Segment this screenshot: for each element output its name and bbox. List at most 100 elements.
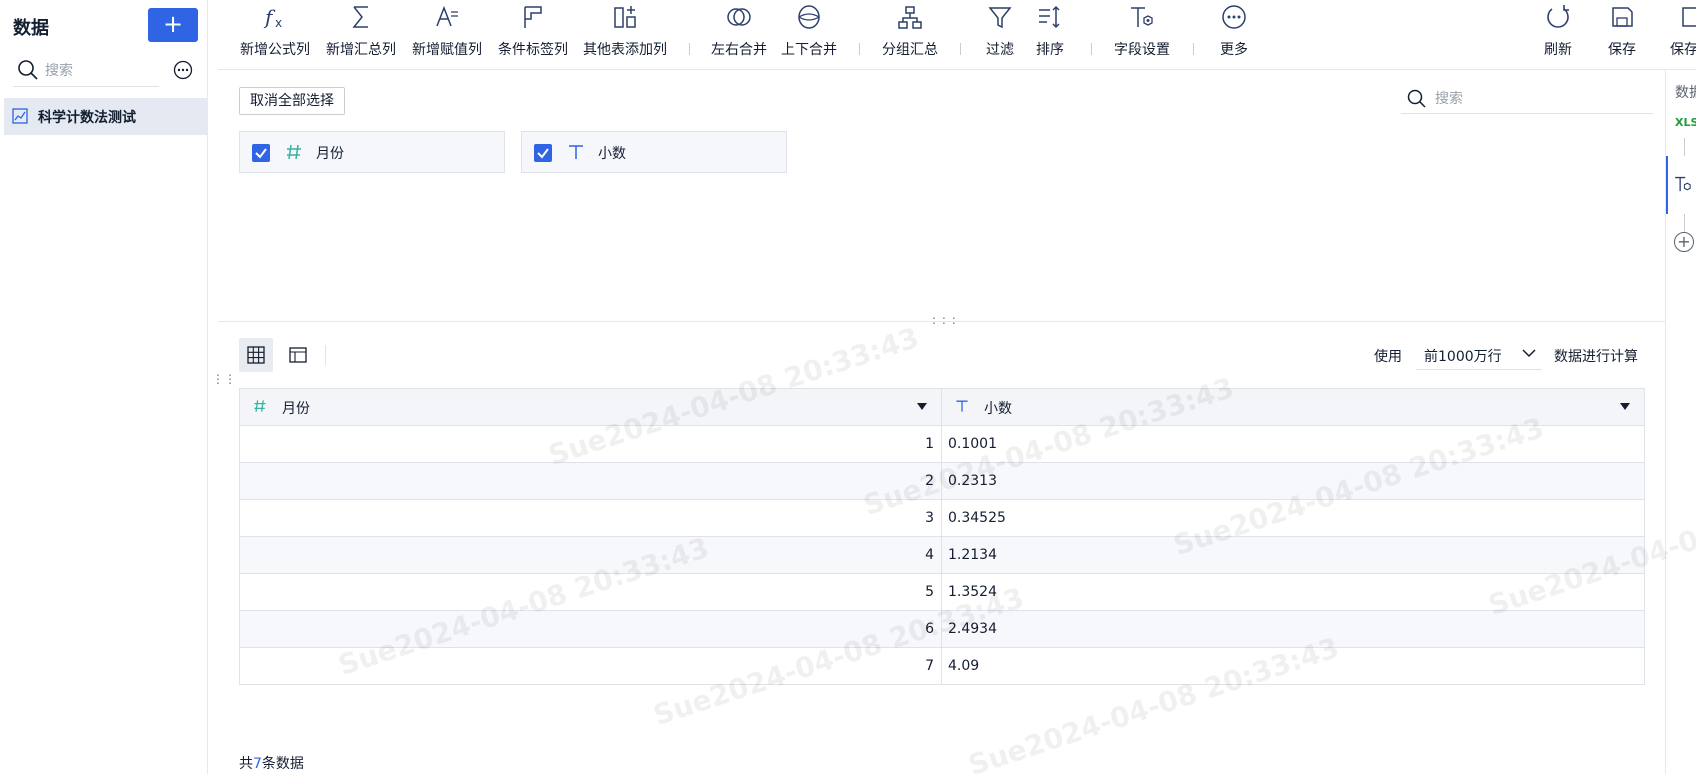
sigma-icon [352, 6, 368, 28]
group-summary-button[interactable]: 分组汇总 [878, 0, 942, 70]
column-name: 月份 [282, 401, 310, 417]
xls-icon[interactable]: XLS [1675, 114, 1696, 130]
cell-month: 3 [239, 499, 942, 537]
cell-month: 7 [239, 647, 942, 685]
row-limit-select[interactable]: 前1000万行 [1416, 338, 1542, 370]
calc-label: 数据进行计算 [1554, 349, 1638, 365]
data-table: 月份 小数 1 0.1001 2 0.2313 3 0.34525 4 1.2134 5… [239, 388, 1645, 685]
table-row: 7 4.09 [239, 647, 1645, 685]
cell-month: 2 [239, 462, 942, 500]
cell-month: 5 [239, 573, 942, 611]
field-name: 月份 [316, 146, 344, 162]
add-formula-column-button[interactable]: fx 新增公式列 [236, 0, 314, 70]
view-divider [325, 345, 326, 365]
toolbar-divider [1091, 43, 1092, 55]
layout-icon [289, 347, 307, 363]
row-limit-value: 前1000万行 [1424, 349, 1502, 365]
grid-icon [247, 346, 265, 364]
add-column-from-table-button[interactable]: 其他表添加列 [578, 0, 672, 70]
text-type-icon [956, 400, 968, 412]
table-row: 5 1.3524 [239, 573, 1645, 611]
more-icon [1222, 5, 1246, 29]
table-row: 1 0.1001 [239, 425, 1645, 463]
flag-icon [524, 6, 542, 28]
toolbar: fx 新增公式列 新增汇总列 新增赋值列 条件标签列 其他表添加列 左右合并 上… [218, 0, 1696, 70]
footer-prefix: 共 [239, 756, 253, 772]
checkbox-checked[interactable] [534, 144, 552, 162]
number-type-icon [254, 400, 266, 412]
cell-decimal: 2.4934 [941, 610, 1645, 648]
active-indicator [1666, 156, 1668, 214]
step-field-settings[interactable] [1666, 156, 1696, 214]
assign-icon [436, 5, 458, 27]
add-column-icon [614, 6, 636, 28]
checkbox-checked[interactable] [252, 144, 270, 162]
save-as-button[interactable]: 保存 [1664, 0, 1696, 70]
group-icon [898, 6, 922, 29]
field-search-input[interactable] [1435, 89, 1635, 109]
refresh-icon [1547, 5, 1569, 28]
sidebar-search-input[interactable] [45, 60, 155, 82]
filter-button[interactable]: 过滤 [980, 0, 1020, 70]
layout-view-button[interactable] [281, 338, 315, 372]
cell-month: 4 [239, 536, 942, 574]
column-header-month[interactable]: 月份 [239, 388, 942, 426]
sidebar-resize-handle[interactable]: ⋮⋮ [212, 372, 236, 386]
column-name: 小数 [984, 401, 1012, 417]
search-icon [1407, 89, 1426, 108]
cell-month: 6 [239, 610, 942, 648]
xls-label: XLS [1675, 116, 1696, 129]
number-type-icon [287, 144, 301, 160]
add-data-button[interactable]: + [148, 8, 198, 42]
table-row: 3 0.34525 [239, 499, 1645, 537]
field-settings-icon [1675, 176, 1691, 192]
more-button[interactable]: 更多 [1214, 0, 1254, 70]
merge-horizontal-button[interactable]: 左右合并 [708, 0, 770, 70]
use-label: 使用 [1374, 349, 1402, 365]
step-connector [1684, 138, 1685, 156]
conditional-tag-column-button[interactable]: 条件标签列 [494, 0, 572, 70]
field-settings-button[interactable]: 字段设置 [1110, 0, 1174, 70]
add-assign-column-button[interactable]: 新增赋值列 [408, 0, 486, 70]
more-options-icon[interactable] [173, 60, 193, 80]
toolbar-divider [960, 43, 961, 55]
field-card-decimal[interactable]: 小数 [521, 131, 787, 173]
add-step-button[interactable]: + [1674, 232, 1694, 252]
cell-decimal: 1.2134 [941, 536, 1645, 574]
sidebar-item-dataset[interactable]: 科学计数法测试 [4, 98, 208, 135]
save-as-icon [1682, 7, 1696, 27]
merge-vertical-button[interactable]: 上下合并 [778, 0, 840, 70]
sort-icon [1039, 5, 1060, 29]
add-summary-column-button[interactable]: 新增汇总列 [322, 0, 400, 70]
table-row: 4 1.2134 [239, 536, 1645, 574]
cell-decimal: 4.09 [941, 647, 1645, 685]
caret-down-icon[interactable] [1620, 403, 1630, 410]
sidebar-item-label: 科学计数法测试 [38, 110, 136, 126]
step-panel-title: 数据 [1675, 85, 1696, 101]
refresh-button[interactable]: 刷新 [1538, 0, 1578, 70]
sort-button[interactable]: 排序 [1030, 0, 1070, 70]
field-card-month[interactable]: 月份 [239, 131, 505, 173]
cell-month: 1 [239, 425, 942, 463]
app-window: 数据 + 科学计数法测试 fx 新增公式列 新增汇总列 新增赋值列 条件标签列 [0, 0, 1696, 774]
save-button[interactable]: 保存 [1602, 0, 1642, 70]
column-header-decimal[interactable]: 小数 [941, 388, 1645, 426]
cell-decimal: 1.3524 [941, 573, 1645, 611]
sidebar-title: 数据 [13, 18, 49, 39]
footer-suffix: 条数据 [261, 756, 304, 772]
cancel-all-selection-button[interactable]: 取消全部选择 [239, 87, 345, 115]
svg-text:x: x [275, 16, 282, 30]
step-connector [1684, 214, 1685, 232]
sidebar-search [13, 56, 159, 87]
row-count: 7 [253, 756, 262, 772]
drag-handle-icon[interactable]: : : : [932, 313, 957, 327]
field-name: 小数 [598, 146, 626, 162]
field-search [1401, 84, 1653, 114]
caret-down-icon[interactable] [917, 403, 927, 410]
cell-decimal: 0.34525 [941, 499, 1645, 537]
filter-icon [988, 7, 1012, 29]
stack-icon [798, 5, 820, 29]
toolbar-divider [859, 43, 860, 55]
grid-view-button[interactable] [239, 338, 273, 372]
toolbar-divider [1193, 43, 1194, 55]
